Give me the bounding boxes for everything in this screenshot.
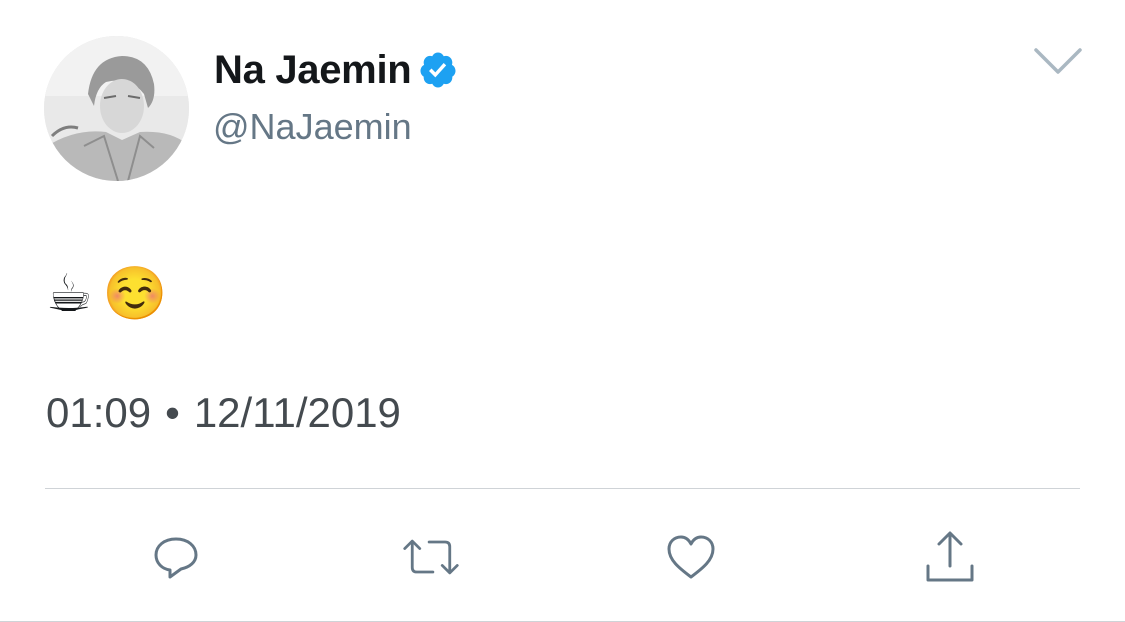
share-button[interactable] (920, 527, 980, 587)
verified-badge-icon (420, 52, 456, 88)
chevron-down-icon[interactable] (1033, 46, 1083, 76)
divider (45, 488, 1080, 489)
user-handle[interactable]: @NaJaemin (213, 106, 412, 148)
tweet-timestamp[interactable]: 01:09 • 12/11/2019 (46, 389, 401, 437)
tweet-text: ☕ ☺️ (46, 258, 167, 330)
reply-icon (154, 537, 198, 579)
display-name[interactable]: Na Jaemin (214, 48, 412, 93)
name-row: Na Jaemin (214, 44, 458, 96)
retweet-button[interactable] (401, 527, 461, 587)
like-button[interactable] (661, 527, 721, 587)
retweet-icon (403, 539, 459, 575)
coffee-emoji: ☕ (46, 265, 93, 323)
reply-button[interactable] (146, 527, 206, 587)
share-icon (926, 531, 974, 582)
smiling-face-emoji: ☺️ (102, 265, 168, 323)
tweet-time: 01:09 (46, 389, 152, 436)
timestamp-separator: • (165, 389, 180, 436)
tweet-date: 12/11/2019 (193, 389, 401, 436)
avatar[interactable] (44, 36, 189, 181)
heart-icon (667, 535, 715, 579)
avatar-image (44, 36, 189, 181)
